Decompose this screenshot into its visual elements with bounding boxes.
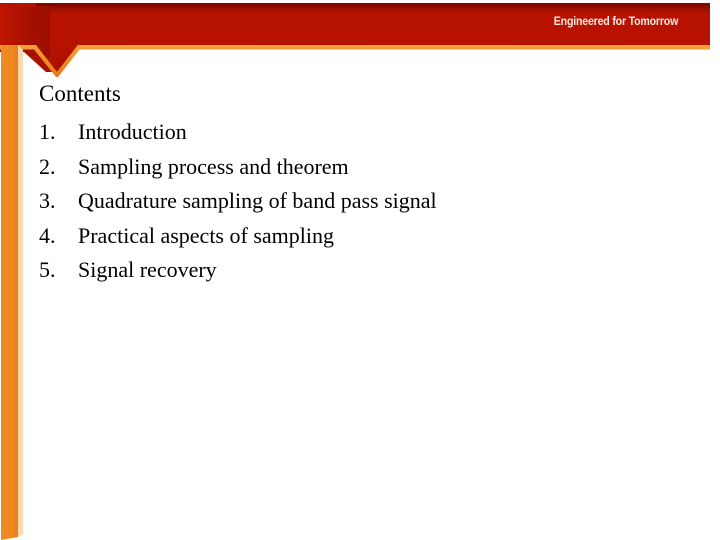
list-item[interactable]: 3. Quadrature sampling of band pass sign…: [39, 184, 699, 219]
banner-orange-trim: [0, 45, 710, 77]
list-item[interactable]: 4. Practical aspects of sampling: [39, 219, 699, 254]
tagline: Engineered for Tomorrow: [553, 16, 678, 28]
list-item-number: 1.: [39, 119, 56, 144]
list-item[interactable]: 2. Sampling process and theorem: [39, 150, 699, 185]
list-item[interactable]: 5. Signal recovery: [39, 253, 699, 288]
left-bar-highlight: [18, 45, 23, 537]
contents-list: 1. Introduction 2. Sampling process and …: [39, 115, 699, 288]
banner-left-block: [0, 6, 50, 58]
list-item-label: Quadrature sampling of band pass signal: [78, 188, 437, 214]
list-item-label: Introduction: [78, 119, 187, 144]
slide-canvas: Engineered for Tomorrow Contents 1. Intr…: [0, 0, 720, 540]
banner-corner-highlight: [0, 3, 36, 7]
list-item-number: 4.: [39, 222, 56, 248]
list-item-number: 3.: [39, 188, 56, 214]
left-accent-bar: [1, 45, 23, 540]
list-item[interactable]: 1. Introduction: [39, 115, 699, 150]
list-item-number: 2.: [39, 153, 56, 179]
banner-top-edge: [34, 3, 710, 6]
page-title: Contents: [39, 81, 121, 106]
list-item-label: Sampling process and theorem: [78, 153, 349, 179]
list-item-label: Signal recovery: [78, 257, 217, 283]
list-item-label: Practical aspects of sampling: [78, 222, 334, 248]
banner-left-flange: [0, 45, 57, 72]
list-item-number: 5.: [39, 257, 56, 283]
left-bar-orange: [1, 45, 18, 540]
slide-content: Contents 1. Introduction 2. Sampling pro…: [39, 80, 699, 288]
